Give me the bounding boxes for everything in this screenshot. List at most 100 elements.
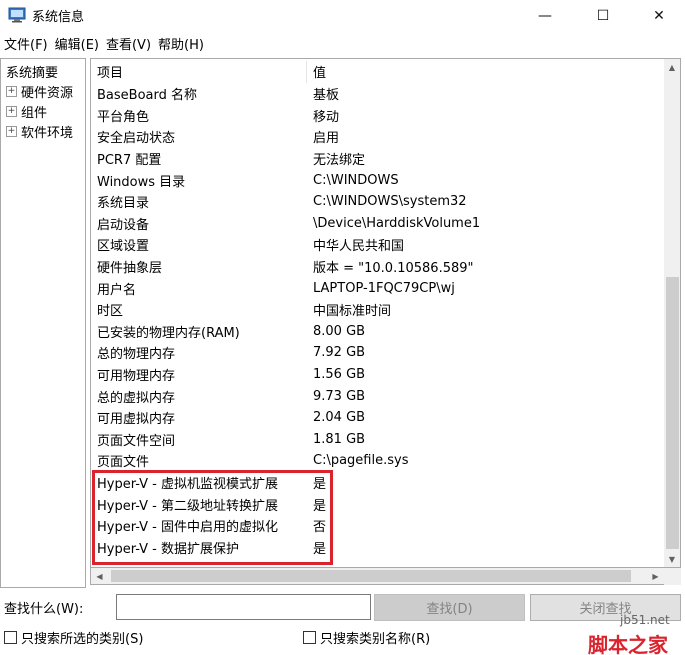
menu-help[interactable]: 帮助(H)	[157, 34, 209, 53]
row-item-name: 总的物理内存	[97, 347, 176, 363]
watermark-logo-text: 脚本之家	[588, 633, 668, 655]
row-item-name: 硬件抽象层	[97, 261, 163, 277]
tree-item-hardware-resources[interactable]: + 硬件资源	[6, 81, 73, 101]
tree-item-label: 硬件资源	[21, 85, 74, 101]
list-header: 项目 值	[91, 61, 661, 83]
row-item-name: 安全启动状态	[97, 131, 176, 147]
list-row[interactable]: 系统目录 C:\WINDOWS\system32	[91, 191, 661, 213]
row-item-value: 无法绑定	[313, 153, 366, 169]
row-item-name: 可用物理内存	[97, 369, 176, 385]
row-item-value: 基板	[313, 88, 340, 104]
checkbox-label: 只搜索类别名称(R)	[320, 631, 431, 647]
column-header-item[interactable]: 项目	[97, 62, 123, 81]
category-tree: 系统摘要 + 硬件资源 + 组件 + 软件环境	[0, 58, 86, 588]
minimize-icon: —	[538, 7, 552, 24]
scroll-up-icon[interactable]: ▲	[664, 59, 680, 76]
list-row[interactable]: 安全启动状态 启用	[91, 126, 661, 148]
title-bar: 系统信息 — ☐ ✕	[0, 0, 685, 31]
search-selected-category-option[interactable]: 只搜索所选的类别(S)	[4, 627, 143, 647]
checkbox[interactable]	[4, 630, 17, 644]
list-row[interactable]: 总的虚拟内存 9.73 GB	[91, 385, 661, 407]
column-header-value[interactable]: 值	[313, 62, 326, 81]
search-category-names-option[interactable]: 只搜索类别名称(R)	[303, 627, 430, 647]
expand-plus-icon[interactable]: +	[6, 105, 17, 117]
tree-item-label: 组件	[21, 105, 48, 121]
row-item-value: C:\pagefile.sys	[313, 453, 409, 469]
menu-file[interactable]: 文件(F)	[3, 34, 53, 53]
system-info-app-icon	[8, 7, 26, 23]
tree-item-software-environment[interactable]: + 软件环境	[6, 121, 73, 141]
menu-view[interactable]: 查看(V)	[105, 34, 156, 53]
row-item-name: 时区	[97, 304, 124, 320]
horizontal-scroll-thumb[interactable]	[111, 570, 631, 582]
list-row[interactable]: 用户名 LAPTOP-1FQC79CP\wj	[91, 277, 661, 299]
search-input[interactable]	[116, 594, 371, 620]
row-item-name: 系统目录	[97, 196, 150, 212]
row-item-name: 页面文件空间	[97, 433, 176, 449]
expand-plus-icon[interactable]: +	[6, 125, 17, 137]
row-item-value: 1.56 GB	[313, 367, 366, 383]
list-row[interactable]: 总的物理内存 7.92 GB	[91, 342, 661, 364]
row-item-name: 总的虚拟内存	[97, 390, 176, 406]
list-row[interactable]: BaseBoard 名称 基板	[91, 83, 661, 105]
list-row[interactable]: Windows 目录 C:\WINDOWS	[91, 169, 661, 191]
close-button[interactable]: ✕	[636, 0, 682, 31]
list-row[interactable]: 已安装的物理内存(RAM) 8.00 GB	[91, 321, 661, 343]
hyper-v-highlight-box	[92, 470, 333, 565]
horizontal-scrollbar[interactable]: ◀ ▶	[90, 568, 664, 585]
close-icon: ✕	[653, 7, 665, 24]
tree-item-label: 系统摘要	[6, 65, 59, 81]
maximize-button[interactable]: ☐	[580, 0, 626, 31]
list-row[interactable]: 区域设置 中华人民共和国	[91, 234, 661, 256]
column-divider[interactable]	[306, 61, 307, 83]
menu-bar: 文件(F) 编辑(E) 查看(V) 帮助(H)	[0, 31, 685, 55]
row-item-value: 9.73 GB	[313, 388, 366, 404]
row-item-value: 7.92 GB	[313, 345, 366, 361]
checkbox[interactable]	[303, 630, 316, 644]
list-row[interactable]: 平台角色 移动	[91, 105, 661, 127]
list-row[interactable]: 启动设备 \Device\HarddiskVolume1	[91, 213, 661, 235]
row-item-value: 移动	[313, 109, 340, 125]
maximize-icon: ☐	[596, 7, 610, 24]
row-item-value: C:\WINDOWS\system32	[313, 194, 467, 210]
list-row[interactable]: 时区 中国标准时间	[91, 299, 661, 321]
list-row[interactable]: 页面文件空间 1.81 GB	[91, 429, 661, 451]
scroll-down-icon[interactable]: ▼	[664, 551, 680, 568]
expand-plus-icon[interactable]: +	[6, 85, 17, 97]
row-item-name: Windows 目录	[97, 174, 186, 190]
tree-item-components[interactable]: + 组件	[6, 101, 47, 121]
list-row[interactable]: 页面文件 C:\pagefile.sys	[91, 450, 661, 472]
menu-edit[interactable]: 编辑(E)	[54, 34, 104, 53]
row-item-name: BaseBoard 名称	[97, 88, 197, 104]
row-item-value: 1.81 GB	[313, 431, 366, 447]
list-row[interactable]: 可用物理内存 1.56 GB	[91, 364, 661, 386]
list-row[interactable]: PCR7 配置 无法绑定	[91, 148, 661, 170]
row-item-name: 区域设置	[97, 239, 150, 255]
row-item-value: LAPTOP-1FQC79CP\wj	[313, 280, 455, 296]
row-item-value: 中华人民共和国	[313, 239, 405, 255]
tree-item-system-summary[interactable]: 系统摘要	[6, 61, 58, 81]
row-item-value: C:\WINDOWS	[313, 172, 399, 188]
row-item-name: 已安装的物理内存(RAM)	[97, 325, 240, 341]
checkbox-label: 只搜索所选的类别(S)	[21, 631, 144, 647]
row-item-name: 页面文件	[97, 455, 150, 471]
window-title: 系统信息	[32, 10, 85, 25]
scrollbar-corner	[664, 568, 681, 585]
vertical-scrollbar[interactable]: ▲ ▼	[664, 58, 681, 568]
scroll-left-icon[interactable]: ◀	[91, 568, 108, 584]
row-item-name: 用户名	[97, 282, 137, 298]
row-item-value: \Device\HarddiskVolume1	[313, 215, 481, 231]
row-item-value: 中国标准时间	[313, 304, 392, 320]
minimize-button[interactable]: —	[522, 0, 568, 31]
row-item-name: PCR7 配置	[97, 153, 162, 169]
find-button[interactable]: 查找(D)	[374, 594, 525, 621]
vertical-scroll-thumb[interactable]	[666, 277, 679, 549]
list-row[interactable]: 硬件抽象层 版本 = "10.0.10586.589"	[91, 256, 661, 278]
search-label: 查找什么(W):	[4, 602, 84, 617]
row-item-value: 启用	[313, 131, 340, 147]
scroll-right-icon[interactable]: ▶	[647, 568, 664, 584]
list-row[interactable]: 可用虚拟内存 2.04 GB	[91, 407, 661, 429]
row-item-value: 8.00 GB	[313, 323, 366, 339]
row-item-value: 2.04 GB	[313, 410, 366, 426]
watermark-url: jb51.net	[620, 613, 670, 627]
